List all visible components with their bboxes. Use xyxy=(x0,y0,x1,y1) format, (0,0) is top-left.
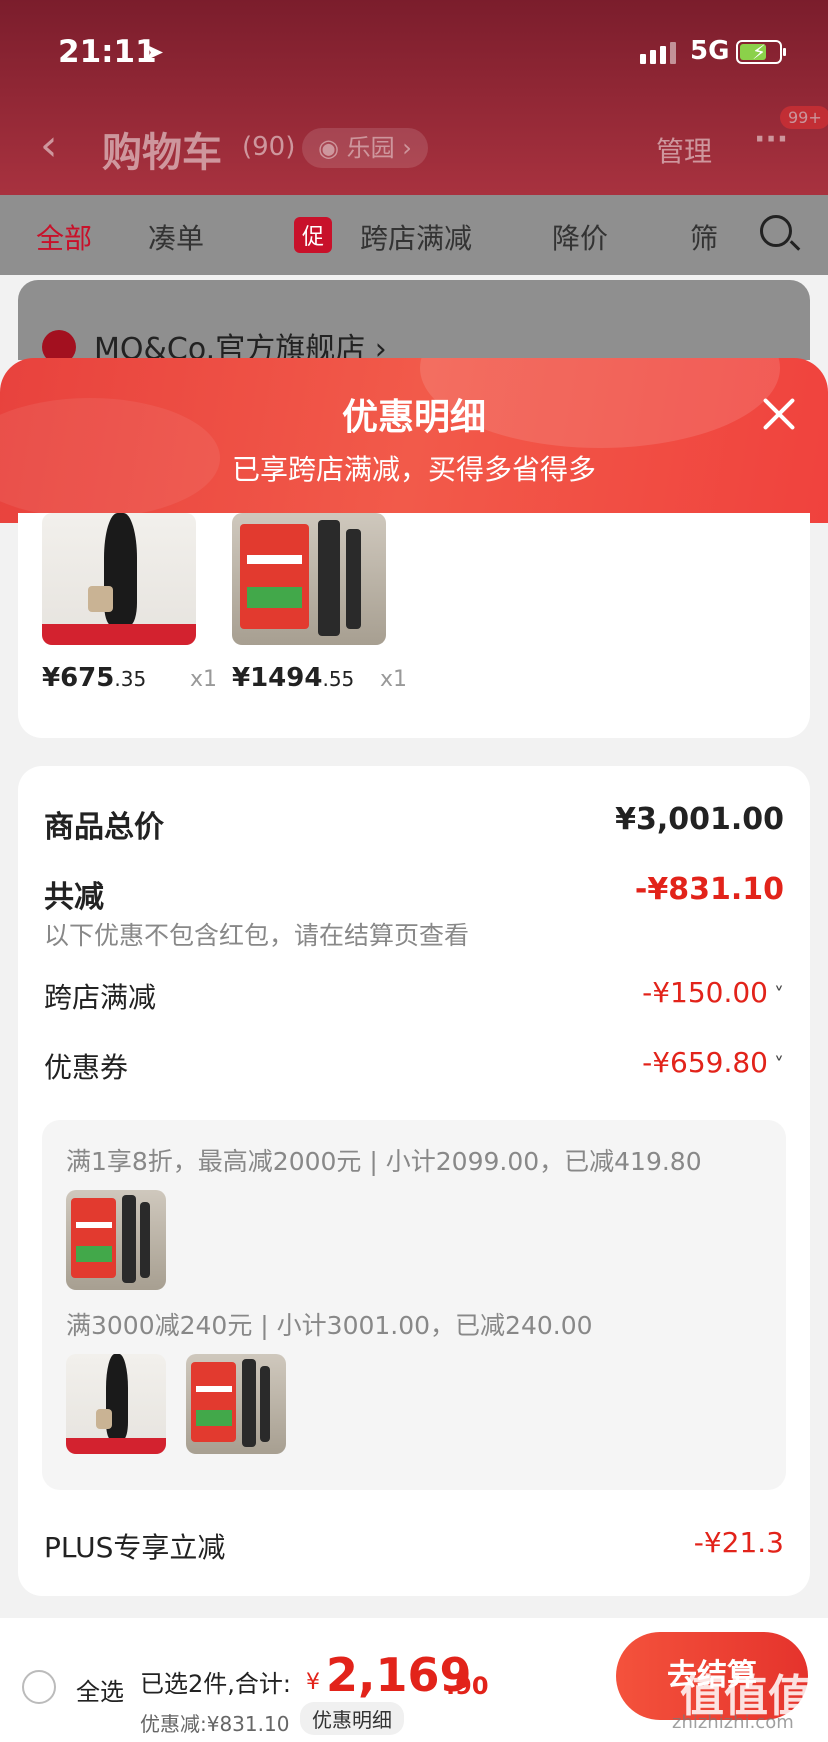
total-currency: ¥ xyxy=(306,1670,320,1695)
filter-tabs: 全部 凑单 促 跨店满减 降价 筛 xyxy=(0,195,828,275)
more-icon[interactable]: ··· xyxy=(754,122,788,157)
back-icon[interactable]: ‹ xyxy=(40,120,58,171)
coupon-product-image-lock xyxy=(66,1190,166,1290)
price-detail-card: 商品总价 ¥3,001.00 共减 -¥831.10 以下优惠不包含红包，请在结… xyxy=(18,766,810,1596)
page-title: 购物车 xyxy=(102,130,222,176)
chevron-down-icon: ˅ xyxy=(774,983,784,1007)
discount-summary: 优惠减:¥831.10 xyxy=(140,1712,290,1736)
total-reduce-value: -¥831.10 xyxy=(634,872,784,907)
promo-badge: 促 xyxy=(294,217,333,253)
product-qty: x1 xyxy=(190,667,218,692)
coupon-rule-1: 满1享8折，最高减2000元 | 小计2099.00，已减419.80 xyxy=(66,1147,702,1176)
message-badge: 99+ xyxy=(780,106,828,129)
select-all-radio[interactable] xyxy=(22,1670,56,1704)
network-type: 5G xyxy=(690,36,730,66)
watermark-url: zhizhizhi.com xyxy=(672,1712,794,1733)
tab-all[interactable]: 全部 xyxy=(36,217,92,257)
coupon-breakdown: 满1享8折，最高减2000元 | 小计2099.00，已减419.80 满300… xyxy=(42,1120,786,1490)
cart-count: (90) xyxy=(242,132,296,162)
plus-discount-value: -¥21.3 xyxy=(693,1526,784,1559)
select-all-label[interactable]: 全选 xyxy=(76,1672,124,1707)
product-price: ¥675.35 xyxy=(42,663,147,693)
sheet-title: 优惠明细 xyxy=(341,397,486,438)
coupon-product-image-lock xyxy=(186,1354,286,1454)
cross-store-label: 跨店满减 xyxy=(44,981,157,1014)
signal-icon xyxy=(640,42,676,64)
manage-button[interactable]: 管理 xyxy=(656,130,712,170)
discount-detail-button[interactable]: 优惠明细 xyxy=(300,1702,404,1735)
tab-filter[interactable]: 筛 xyxy=(690,217,718,257)
tab-cross-store[interactable]: 跨店满减 xyxy=(360,217,472,257)
coupon-label: 优惠券 xyxy=(44,1051,129,1084)
cross-store-value[interactable]: -¥150.00 ˅ xyxy=(642,976,784,1009)
store-header: MO&Co.官方旗舰店 › xyxy=(18,280,810,367)
location-arrow-icon: ➤ xyxy=(144,38,165,66)
discount-sheet-body: ¥675.35 x1 ¥1494.55 x1 商品总价 ¥3,001.00 共减… xyxy=(0,513,828,1618)
chevron-down-icon: ˅ xyxy=(774,1053,784,1077)
total-price-label: 商品总价 xyxy=(44,810,164,845)
product-price: ¥1494.55 xyxy=(232,663,355,693)
product-image-dress[interactable] xyxy=(42,513,196,645)
total-price-value: ¥3,001.00 xyxy=(615,802,784,837)
tab-combine[interactable]: 凑单 xyxy=(148,217,204,257)
product-card: ¥675.35 x1 ¥1494.55 x1 xyxy=(18,513,810,738)
status-time: 21:11 xyxy=(58,34,157,70)
close-icon[interactable] xyxy=(758,394,798,434)
discount-note: 以下优惠不包含红包，请在结算页查看 xyxy=(44,921,470,950)
product-qty: x1 xyxy=(380,667,408,692)
selected-summary: 已选2件,合计: xyxy=(140,1670,291,1698)
total-reduce-label: 共减 xyxy=(44,880,104,915)
coupon-rule-2: 满3000减240元 | 小计3001.00，已减240.00 xyxy=(66,1311,593,1340)
discount-sheet-header: 优惠明细 已享跨店满减，买得多省得多 xyxy=(0,358,828,523)
total-decimal: .90 xyxy=(446,1672,489,1700)
coupon-product-image-dress xyxy=(66,1354,166,1454)
status-bar: 21:11 ➤ 5G ⚡ xyxy=(0,0,828,104)
plus-discount-label: PLUS专享立减 xyxy=(44,1531,226,1564)
navigation-bar: ‹ 购物车 (90) ◉ 乐园 › 管理 ··· 99+ xyxy=(0,106,828,190)
sheet-subtitle: 已享跨店满减，买得多省得多 xyxy=(231,453,596,486)
coupon-value[interactable]: -¥659.80 ˅ xyxy=(642,1046,784,1079)
battery-icon: ⚡ xyxy=(736,40,786,64)
search-icon[interactable] xyxy=(760,215,792,247)
paradise-pill[interactable]: ◉ 乐园 › xyxy=(302,128,428,168)
tab-price-drop[interactable]: 降价 xyxy=(552,217,608,257)
product-image-smart-lock[interactable] xyxy=(232,513,386,645)
